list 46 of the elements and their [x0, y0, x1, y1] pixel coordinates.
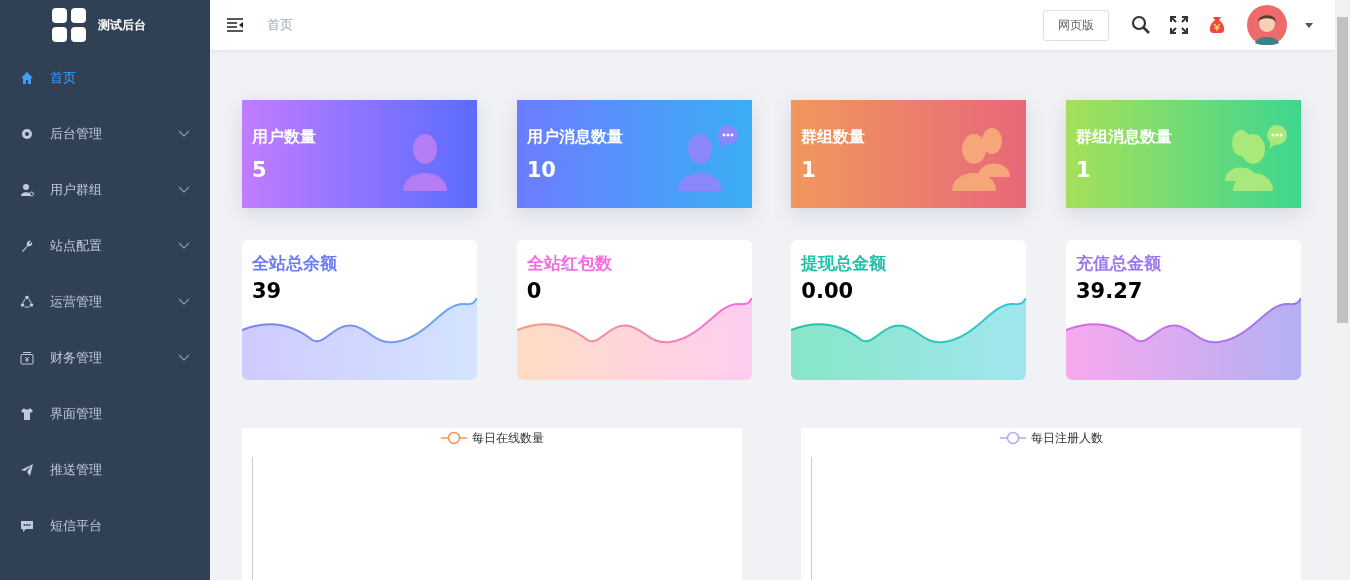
app-title: 测试后台	[98, 16, 146, 34]
menu-toggle-icon[interactable]	[227, 18, 243, 32]
sidebar-item[interactable]: 财务管理	[0, 330, 210, 386]
stat-value: 1	[1075, 157, 1092, 182]
total-label: 充值总金额	[1075, 252, 1162, 275]
sidebar-item[interactable]: 推送管理	[0, 442, 210, 498]
stat-value: 5	[252, 157, 268, 182]
sidebar-item[interactable]: 运营管理	[0, 274, 210, 330]
gear-icon	[20, 127, 34, 141]
total-label: 提现总金额	[801, 252, 888, 275]
search-icon[interactable]	[1131, 15, 1151, 35]
legend-label[interactable]: 每日在线数量	[471, 429, 544, 447]
legend-label[interactable]: 每日注册人数	[1030, 429, 1103, 447]
paper-plane-icon	[20, 463, 34, 477]
stat-value: 1	[801, 157, 817, 182]
money-bag-icon[interactable]	[1207, 15, 1227, 35]
shirt-icon	[20, 407, 34, 421]
total-label: 全站总余额	[252, 252, 338, 275]
fullscreen-icon[interactable]	[1169, 15, 1189, 35]
wrench-icon	[20, 239, 34, 253]
stat-value: 10	[526, 157, 557, 182]
total-label: 全站红包数	[526, 252, 613, 275]
caret-icon[interactable]	[1305, 22, 1313, 28]
message-icon	[20, 519, 34, 533]
total-value: 39.27	[1075, 279, 1144, 303]
home-icon	[20, 71, 34, 85]
sidebar-item[interactable]: 站点配置	[0, 218, 210, 274]
total-value: 39	[252, 279, 283, 303]
total-value: 0.00	[801, 279, 855, 303]
web-version-button[interactable]: 网页版	[1043, 9, 1109, 41]
stat-label: 群组消息数量	[1075, 126, 1172, 148]
stat-label: 用户消息数量	[526, 126, 623, 148]
wallet-icon	[20, 351, 34, 365]
sidebar-item[interactable]: 用户群组	[0, 162, 210, 218]
stat-label: 用户数量	[252, 126, 316, 148]
cycle-icon	[20, 295, 34, 309]
sidebar-item[interactable]: 首页	[0, 50, 210, 106]
sidebar-item[interactable]: 界面管理	[0, 386, 210, 442]
sidebar-item[interactable]: 后台管理	[0, 106, 210, 162]
sidebar-item[interactable]: 短信平台	[0, 498, 210, 554]
scrollbar[interactable]	[1335, 0, 1350, 580]
total-value: 0	[526, 279, 543, 303]
user-icon	[20, 183, 34, 197]
logo-icon	[52, 8, 86, 42]
stat-label: 群组数量	[801, 126, 866, 148]
avatar[interactable]	[1247, 5, 1287, 45]
